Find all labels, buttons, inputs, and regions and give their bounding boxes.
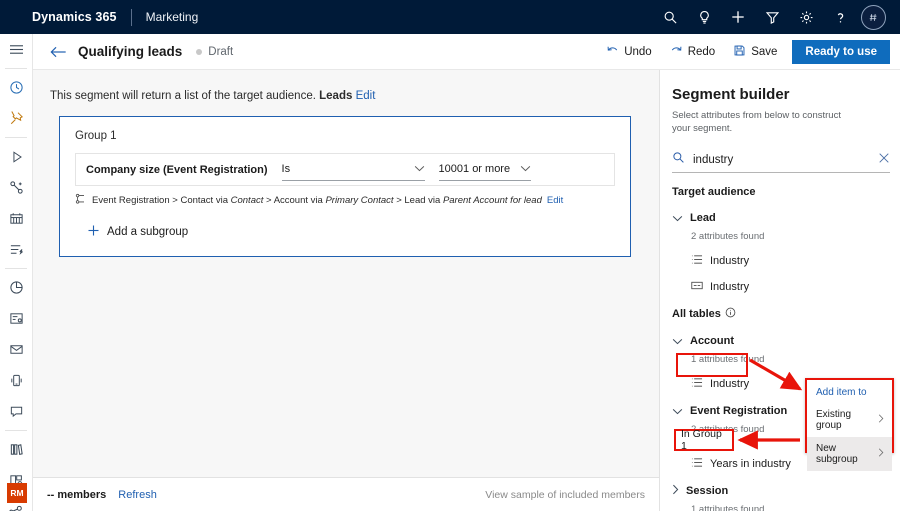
arrow-industry-to-menu <box>750 360 800 389</box>
app-root: Dynamics 365 Marketing <box>0 0 900 511</box>
annotation-arrows <box>0 0 900 511</box>
